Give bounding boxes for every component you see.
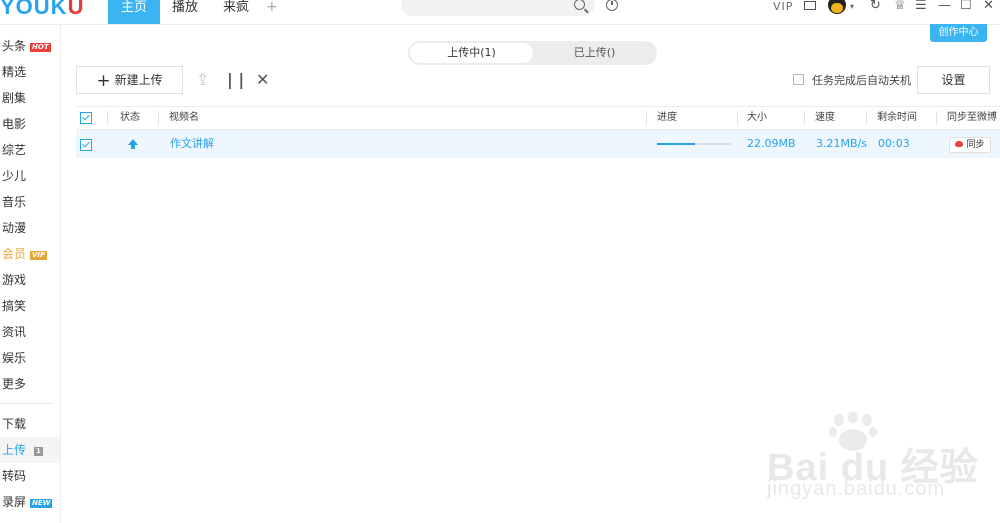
column-divider <box>107 111 108 125</box>
row-checkbox[interactable] <box>80 139 92 151</box>
column-divider <box>936 111 937 125</box>
sidebar-item-member[interactable]: 会员 VIP <box>2 246 48 262</box>
search-icon[interactable] <box>574 0 585 10</box>
tab-play[interactable]: 播放 <box>163 0 207 24</box>
column-size[interactable]: 大小 <box>747 107 767 129</box>
settings-button[interactable]: 设置 <box>917 66 990 94</box>
sidebar: 头条 HOT 精选 剧集 电影 综艺 少儿 音乐 动漫 会员 VIP 游戏 搞笑 资… <box>0 25 61 523</box>
avatar[interactable] <box>828 0 846 14</box>
column-divider <box>737 111 738 125</box>
new-upload-button[interactable]: + 新建上传 <box>76 66 183 94</box>
weibo-sync-button[interactable]: 同步 <box>949 137 991 153</box>
auto-shutdown-checkbox[interactable] <box>793 74 804 85</box>
tab-laifeng[interactable]: 来疯 <box>214 0 258 24</box>
add-tab-button[interactable]: + <box>266 0 278 15</box>
column-divider <box>158 111 159 125</box>
column-video-name[interactable]: 视频名 <box>169 107 199 129</box>
upload-status-switch: 上传中(1) 已上传() <box>408 41 657 65</box>
column-speed[interactable]: 速度 <box>815 107 835 129</box>
new-badge: NEW <box>30 499 53 508</box>
sidebar-item-screen-record[interactable]: 录屏 NEW <box>2 494 53 510</box>
history-icon[interactable] <box>606 0 618 11</box>
watermark-url: jingyan.baidu.com <box>767 478 946 500</box>
close-icon[interactable]: ✕ <box>983 0 994 13</box>
upload-count-badge: 1 <box>34 447 43 456</box>
upload-speed: 3.21MB/s <box>816 137 867 150</box>
sidebar-item-more[interactable]: 更多 <box>2 376 26 392</box>
auto-shutdown-option[interactable]: 任务完成后自动关机 <box>793 72 911 88</box>
column-divider <box>804 111 805 125</box>
upload-top-icon[interactable]: ⇪ <box>196 70 209 89</box>
vip-link[interactable]: VIP <box>773 0 793 13</box>
video-name[interactable]: 作文讲解 <box>170 130 214 158</box>
table-header: 状态 视频名 进度 大小 速度 剩余时间 同步至微博 <box>76 106 1000 130</box>
chevron-down-icon[interactable]: ▾ <box>850 2 854 11</box>
upload-progress-fill <box>657 143 696 145</box>
sidebar-item-download[interactable]: 下载 <box>2 416 26 432</box>
file-size: 22.09MB <box>747 137 796 150</box>
sidebar-divider <box>0 403 52 404</box>
column-status[interactable]: 状态 <box>120 107 140 129</box>
weibo-icon <box>955 141 964 147</box>
sidebar-item-headlines[interactable]: 头条 HOT <box>2 38 51 54</box>
tab-home[interactable]: 主页 <box>108 0 160 24</box>
column-divider <box>866 111 867 125</box>
maximize-icon[interactable]: ☐ <box>960 0 972 13</box>
sidebar-item-entertainment[interactable]: 娱乐 <box>2 350 26 366</box>
tab-uploading[interactable]: 上传中(1) <box>410 43 533 63</box>
sidebar-item-transcode[interactable]: 转码 <box>2 468 26 484</box>
sidebar-item-funny[interactable]: 搞笑 <box>2 298 26 314</box>
column-weibo-sync[interactable]: 同步至微博 <box>947 107 997 129</box>
sidebar-item-movies[interactable]: 电影 <box>2 116 26 132</box>
upload-progress-bar <box>657 143 731 145</box>
mail-icon[interactable] <box>804 1 816 10</box>
remaining-time: 00:03 <box>878 137 910 150</box>
column-remaining-time[interactable]: 剩余时间 <box>877 107 917 129</box>
youku-logo[interactable]: YOUKU <box>0 0 84 20</box>
create-center-button[interactable]: 创作中心 <box>930 24 987 42</box>
pause-icon[interactable]: | | <box>227 70 244 89</box>
sidebar-item-upload[interactable]: 上传 1 <box>2 442 43 458</box>
column-progress[interactable]: 进度 <box>657 107 677 129</box>
minimize-icon[interactable]: — <box>938 0 951 13</box>
sidebar-item-kids[interactable]: 少儿 <box>2 168 26 184</box>
sidebar-item-series[interactable]: 剧集 <box>2 90 26 106</box>
skin-icon[interactable]: ♕ <box>894 0 906 13</box>
table-row[interactable]: 作文讲解 22.09MB 3.21MB/s 00:03 同步 <box>76 130 1000 158</box>
sidebar-item-music[interactable]: 音乐 <box>2 194 26 210</box>
sidebar-item-anime[interactable]: 动漫 <box>2 220 26 236</box>
vip-badge: VIP <box>30 251 48 260</box>
search-input[interactable] <box>401 0 595 16</box>
sidebar-item-variety[interactable]: 综艺 <box>2 142 26 158</box>
tab-uploaded[interactable]: 已上传() <box>534 43 655 63</box>
sidebar-item-games[interactable]: 游戏 <box>2 272 26 288</box>
top-bar: YOUKU 主页 播放 来疯 + VIP ▾ ↻ ♕ ☰ — ☐ ✕ <box>0 0 1000 25</box>
plus-icon: + <box>96 71 111 91</box>
refresh-icon[interactable]: ↻ <box>870 0 881 13</box>
sidebar-item-featured[interactable]: 精选 <box>2 64 26 80</box>
menu-icon[interactable]: ☰ <box>915 0 927 13</box>
column-divider <box>646 111 647 125</box>
select-all-checkbox[interactable] <box>80 112 92 124</box>
hot-badge: HOT <box>30 43 51 52</box>
delete-icon[interactable]: ✕ <box>256 70 269 89</box>
sidebar-item-news[interactable]: 资讯 <box>2 324 26 340</box>
uploading-status-icon <box>128 139 138 149</box>
